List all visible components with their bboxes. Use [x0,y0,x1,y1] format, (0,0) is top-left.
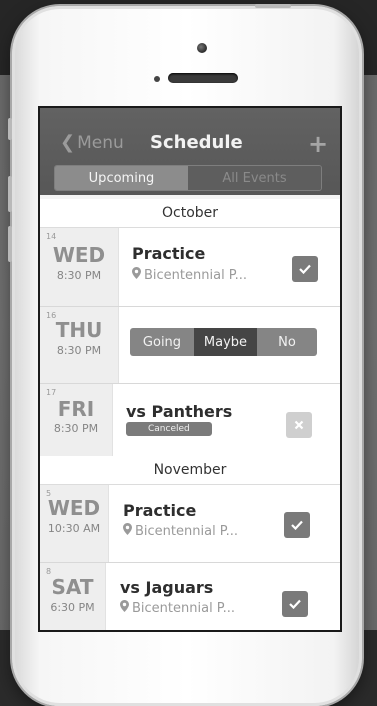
day-of-week: WED [47,496,101,520]
check-icon [289,599,301,609]
event-time: 8:30 PM [56,269,102,282]
plus-icon[interactable]: + [308,132,328,156]
event-time: 8:30 PM [56,344,102,357]
event-title: vs Jaguars [120,578,214,597]
location-text: Bicentennial P... [132,601,236,616]
location-pin-icon [120,600,129,616]
attending-checkbox[interactable] [292,256,318,282]
earpiece-speaker [168,73,238,83]
check-icon [299,264,311,274]
app-screen: ❮ Menu Schedule + Upcoming All Events Oct… [40,108,340,630]
month-header-november: November [40,456,340,485]
event-title: vs Panthers [126,402,233,421]
event-title: Practice [123,501,197,520]
day-of-week: WED [52,243,106,267]
day-of-week: THU [55,318,103,342]
location-text: Bicentennial P... [135,524,239,539]
proximity-sensor [154,76,160,82]
event-row: 16 THU 8:30 PM Going Maybe No [40,307,340,384]
power-button [255,4,291,8]
rsvp-no-button[interactable]: No [257,328,317,356]
event-time: 10:30 AM [47,522,101,535]
close-icon [294,420,304,430]
menu-label: Menu [77,133,124,153]
volume-down-button [8,226,12,262]
segment-all-events[interactable]: All Events [188,166,321,190]
location-pin-icon [123,523,132,539]
volume-up-button [8,176,12,212]
front-camera [197,43,207,53]
event-date: 17 FRI 8:30 PM [40,384,113,462]
attending-checkbox[interactable] [282,591,308,617]
nav-bar: ❮ Menu Schedule + Upcoming All Events [40,108,340,195]
event-date: 16 THU 8:30 PM [40,307,119,383]
event-location: Bicentennial P... [123,523,238,539]
location-text: Bicentennial P... [144,268,248,283]
canceled-badge: Canceled [126,422,212,436]
dismiss-button[interactable] [286,412,312,438]
day-of-week: SAT [51,575,94,599]
event-row[interactable]: 14 WED 8:30 PM Practice Bicentennial P..… [40,228,340,307]
rsvp-maybe-button[interactable]: Maybe [194,328,257,356]
event-time: 6:30 PM [50,601,95,614]
event-date: 14 WED 8:30 PM [40,228,119,306]
day-of-week: FRI [57,397,95,421]
event-location: Bicentennial P... [132,267,247,283]
event-date: 5 WED 10:30 AM [40,485,109,562]
location-pin-icon [132,267,141,283]
page-title: Schedule [150,132,243,153]
rsvp-selector: Going Maybe No [130,328,317,356]
date-number: 17 [46,388,57,397]
event-location: Bicentennial P... [120,600,235,616]
chevron-left-icon: ❮ [60,132,76,153]
month-header-october: October [40,199,340,228]
attending-checkbox[interactable] [284,512,310,538]
event-time: 8:30 PM [53,422,99,435]
schedule-filter-segment: Upcoming All Events [54,165,322,191]
check-icon [291,520,303,530]
segment-upcoming[interactable]: Upcoming [55,166,188,190]
menu-back-button[interactable]: ❮ Menu [60,132,124,153]
event-row[interactable]: 5 WED 10:30 AM Practice Bicentennial P..… [40,485,340,563]
event-title: Practice [132,244,206,263]
mute-switch [8,118,12,140]
event-row[interactable]: 17 FRI 8:30 PM vs Panthers Canceled [40,384,340,463]
rsvp-going-button[interactable]: Going [130,328,194,356]
event-date: 8 SAT 6:30 PM [40,563,106,630]
event-row[interactable]: 8 SAT 6:30 PM vs Jaguars Bicentennial P.… [40,563,340,630]
date-number: 14 [46,232,57,241]
